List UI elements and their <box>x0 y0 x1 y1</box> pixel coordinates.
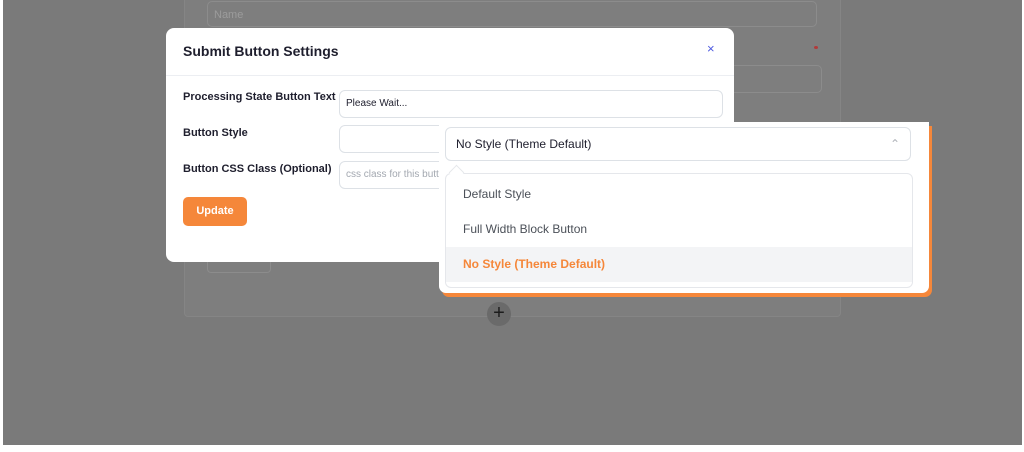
dropdown-selected-value: No Style (Theme Default) <box>456 137 592 151</box>
button-style-dropdown-select[interactable]: No Style (Theme Default) ⌃ <box>445 127 911 161</box>
css-class-placeholder: css class for this button <box>346 169 450 180</box>
button-style-label: Button Style <box>183 127 248 139</box>
modal-divider <box>166 75 734 76</box>
button-style-dropdown: No Style (Theme Default) ⌃ Default Style… <box>439 122 929 293</box>
css-class-label: Button CSS Class (Optional) <box>183 163 332 175</box>
option-default-style[interactable]: Default Style <box>446 177 912 212</box>
dropdown-options-list: Default Style Full Width Block Button No… <box>445 173 913 288</box>
name-field: Name <box>207 1 817 27</box>
processing-text-label: Processing State Button Text <box>183 91 336 103</box>
option-full-width-block-button[interactable]: Full Width Block Button <box>446 212 912 247</box>
update-button[interactable]: Update <box>183 197 247 226</box>
chevron-up-icon: ⌃ <box>889 137 900 151</box>
option-no-style-theme-default[interactable]: No Style (Theme Default) <box>446 247 912 282</box>
modal-title: Submit Button Settings <box>183 43 339 59</box>
close-icon[interactable]: × <box>707 41 715 56</box>
add-field-button[interactable]: + <box>487 302 511 326</box>
processing-text-input[interactable]: Please Wait... <box>339 90 723 118</box>
required-indicator <box>814 46 818 49</box>
